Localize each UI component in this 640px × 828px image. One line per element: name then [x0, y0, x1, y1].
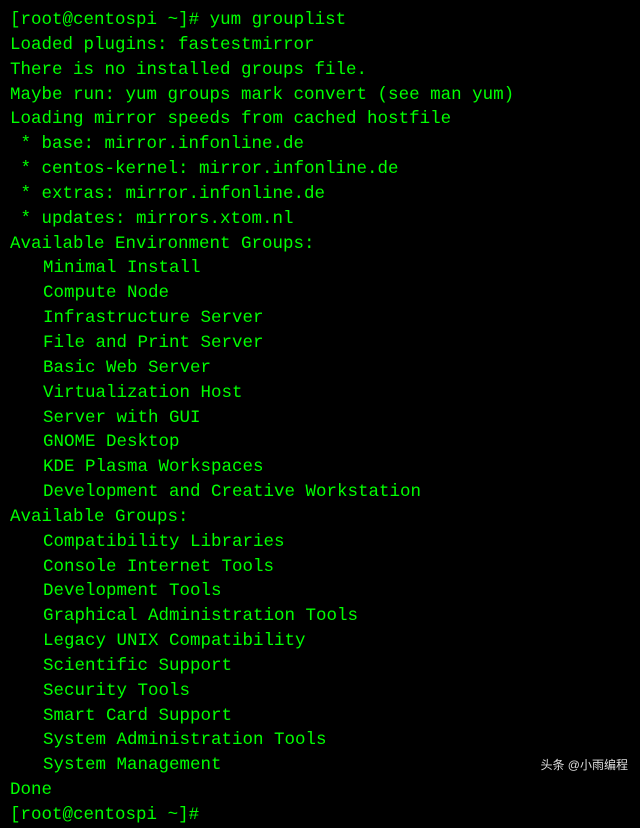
mirror-line: * base: mirror.infonline.de [10, 132, 630, 157]
avail-group-item: Graphical Administration Tools [10, 604, 630, 629]
bracket-open: [ [10, 805, 21, 825]
avail-groups-header: Available Groups: [10, 505, 630, 530]
env-group-item: Server with GUI [10, 406, 630, 431]
mirror-line: * centos-kernel: mirror.infonline.de [10, 157, 630, 182]
mirror-line: * extras: mirror.infonline.de [10, 182, 630, 207]
prompt-dir: ~ [157, 10, 178, 30]
terminal[interactable]: [root@centospi ~]# yum grouplist Loaded … [10, 8, 630, 828]
avail-group-item: Console Internet Tools [10, 555, 630, 580]
prompt-user: root [21, 10, 63, 30]
env-group-item: Infrastructure Server [10, 306, 630, 331]
avail-group-item: System Management [10, 753, 630, 778]
mirror-line: * updates: mirrors.xtom.nl [10, 207, 630, 232]
output-line: Maybe run: yum groups mark convert (see … [10, 83, 630, 108]
avail-group-item: Legacy UNIX Compatibility [10, 629, 630, 654]
avail-group-item: Security Tools [10, 679, 630, 704]
prompt-line-2[interactable]: [root@centospi ~]# [10, 803, 630, 828]
bracket-open: [ [10, 10, 21, 30]
command: yum grouplist [210, 10, 347, 30]
bracket-close: ]# [178, 10, 199, 30]
avail-group-item: System Administration Tools [10, 728, 630, 753]
bracket-close: ]# [178, 805, 199, 825]
env-group-item: File and Print Server [10, 331, 630, 356]
output-line: Loaded plugins: fastestmirror [10, 33, 630, 58]
prompt-host: centospi [73, 805, 157, 825]
env-group-item: Development and Creative Workstation [10, 480, 630, 505]
cursor [210, 807, 220, 825]
avail-group-item: Compatibility Libraries [10, 530, 630, 555]
prompt-line-1: [root@centospi ~]# yum grouplist [10, 8, 630, 33]
output-line: Loading mirror speeds from cached hostfi… [10, 107, 630, 132]
env-group-item: GNOME Desktop [10, 430, 630, 455]
prompt-user: root [21, 805, 63, 825]
env-group-item: Virtualization Host [10, 381, 630, 406]
done-line: Done [10, 778, 630, 803]
avail-group-item: Development Tools [10, 579, 630, 604]
avail-group-item: Smart Card Support [10, 704, 630, 729]
prompt-at: @ [63, 10, 74, 30]
env-group-item: KDE Plasma Workspaces [10, 455, 630, 480]
output-line: There is no installed groups file. [10, 58, 630, 83]
watermark: 头条 @小雨编程 [540, 757, 628, 774]
prompt-dir: ~ [157, 805, 178, 825]
env-group-item: Basic Web Server [10, 356, 630, 381]
avail-group-item: Scientific Support [10, 654, 630, 679]
env-groups-header: Available Environment Groups: [10, 232, 630, 257]
prompt-host: centospi [73, 10, 157, 30]
prompt-at: @ [63, 805, 74, 825]
env-group-item: Minimal Install [10, 256, 630, 281]
env-group-item: Compute Node [10, 281, 630, 306]
